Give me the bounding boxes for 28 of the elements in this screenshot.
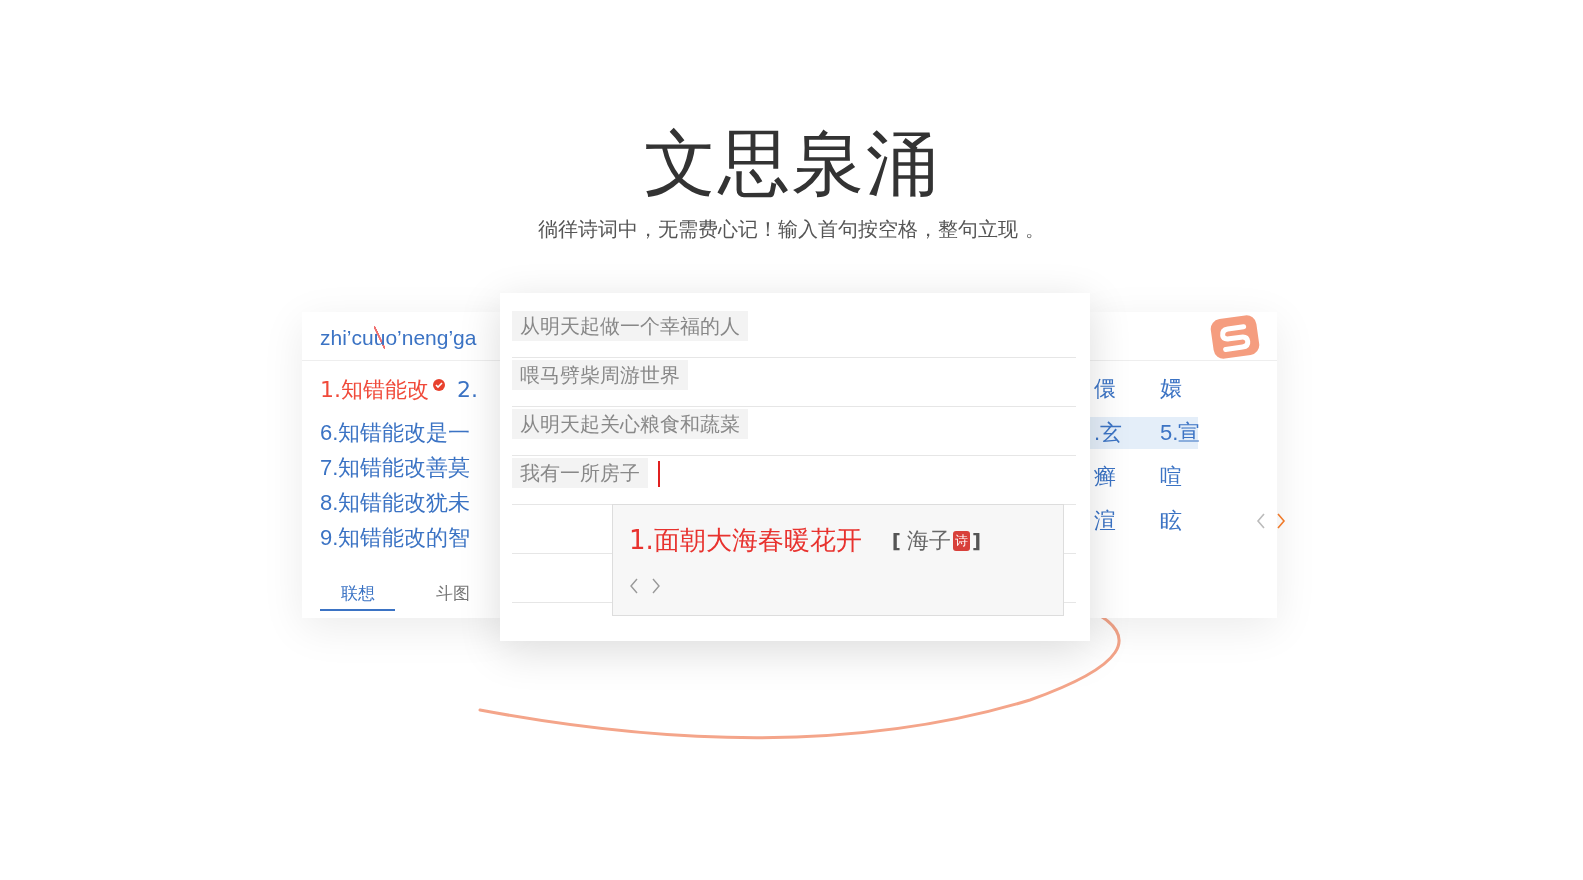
tab[interactable]: 联想 xyxy=(320,577,395,611)
hero-title: 文思泉涌 xyxy=(642,120,941,207)
candidate-item[interactable]: 嬛 xyxy=(1160,374,1226,404)
next-icon[interactable] xyxy=(1276,513,1286,529)
suggestion-item[interactable]: 1.面朝大海春暖花开 xyxy=(629,523,862,558)
next-icon[interactable] xyxy=(651,578,661,594)
candidate-item[interactable]: .玄 xyxy=(1094,418,1160,448)
candidate-item[interactable]: 9.知错能改的智 xyxy=(320,520,471,555)
text-cursor xyxy=(658,461,660,487)
author-text: 海子 xyxy=(906,526,951,555)
previous-icon[interactable] xyxy=(1256,513,1266,529)
candidate-item[interactable]: 8.知错能改犹未 xyxy=(320,485,471,520)
candidate-item[interactable]: 癣 xyxy=(1094,462,1160,492)
bracket-text: ] xyxy=(971,528,982,553)
candidate-item[interactable]: 7.知错能改善莫 xyxy=(320,450,471,485)
candidate-item[interactable]: 喧 xyxy=(1160,462,1226,492)
candidate-item[interactable]: 5.宣 xyxy=(1160,418,1226,448)
previous-icon[interactable] xyxy=(629,578,639,594)
tab[interactable]: 斗图 xyxy=(415,577,490,611)
candidate-item[interactable]: 渲 xyxy=(1094,506,1160,536)
bracket-text: [ xyxy=(891,528,901,553)
candidate-item[interactable]: 2. xyxy=(457,375,478,405)
poem-badge: 诗 xyxy=(952,530,970,551)
candidate-item[interactable]: 6.知错能改是一 xyxy=(320,415,471,450)
candidate-item[interactable]: 儇 xyxy=(1094,374,1160,404)
hero-subtitle: 徜徉诗词中，无需费心记！输入首句按空格，整句立现 。 xyxy=(537,216,1046,243)
candidate-item[interactable]: 1.知错能改 xyxy=(320,375,429,405)
candidate-item[interactable]: 眩 xyxy=(1160,506,1226,536)
